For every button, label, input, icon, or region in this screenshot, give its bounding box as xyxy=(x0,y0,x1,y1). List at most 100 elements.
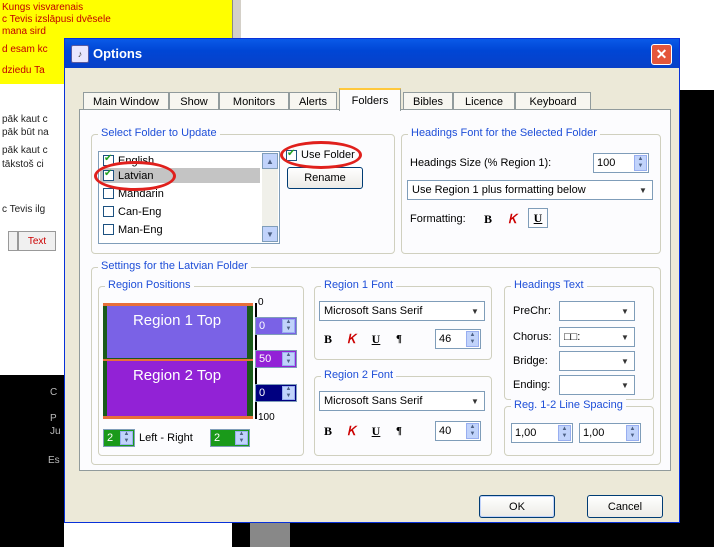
region2-font-select[interactable]: Microsoft Sans Serif ▼ xyxy=(319,391,485,411)
tab-main-window[interactable]: Main Window xyxy=(83,92,169,110)
bg-text-line: c Tevis ilg xyxy=(2,204,46,215)
bg-dark-line: P xyxy=(50,413,57,424)
region1-font-group: Region 1 Font Microsoft Sans Serif ▼ B 𝐾 … xyxy=(314,279,492,360)
headings-size-label: Headings Size (% Region 1): xyxy=(410,157,552,169)
line-spacing-2-value: 1,00 xyxy=(583,427,605,439)
region-preview[interactable]: Region 1 Top Region 2 Top xyxy=(103,303,253,419)
rename-button[interactable]: Rename xyxy=(287,167,363,189)
bg-text-line: pāk būt na xyxy=(2,127,49,138)
checkbox[interactable] xyxy=(103,188,114,199)
spinner-arrows-icon[interactable]: ▲ ▼ xyxy=(282,386,295,400)
list-item[interactable]: Man-Eng xyxy=(103,222,163,237)
select-folder-group: Select Folder to Update English Latvian … xyxy=(91,127,395,254)
left-right-label: Left - Right xyxy=(139,432,193,444)
tab-alerts[interactable]: Alerts xyxy=(289,92,337,110)
bold-icon[interactable]: B xyxy=(479,209,497,229)
app-icon: ♪ xyxy=(71,45,89,63)
bg-text-line: tākstoš ci xyxy=(2,159,44,170)
underline-icon[interactable]: U xyxy=(528,208,548,228)
bg-text-line: pāk kaut c xyxy=(2,145,48,156)
scroll-down-icon[interactable]: ▼ xyxy=(262,226,278,242)
region2-offset-spinner[interactable]: 0 ▲ ▼ xyxy=(255,384,297,402)
line-spacing-2-spinner[interactable]: 1,00 ▲ ▼ xyxy=(579,423,641,443)
tab-show[interactable]: Show xyxy=(169,92,219,110)
region2-font-group: Region 2 Font Microsoft Sans Serif ▼ B 𝐾 … xyxy=(314,369,492,456)
region2-top-area[interactable]: Region 2 Top xyxy=(107,361,247,416)
select-folder-label: Select Folder to Update xyxy=(98,127,220,139)
region1-offset-spinner[interactable]: 0 ▲ ▼ xyxy=(255,317,297,335)
checkbox[interactable] xyxy=(103,206,114,217)
close-button[interactable]: ✕ xyxy=(651,44,672,65)
list-item-label: Can-Eng xyxy=(118,205,162,218)
right-margin-value: 2 xyxy=(214,432,221,444)
tab-monitors[interactable]: Monitors xyxy=(219,92,289,110)
headings-text-group: Headings Text PreChr: ▼ Chorus: □□: ▼ Bri… xyxy=(504,279,654,400)
spinner-arrows-icon[interactable]: ▲ ▼ xyxy=(282,352,295,366)
region1-top-area[interactable]: Region 1 Top xyxy=(107,306,247,358)
paragraph-icon[interactable]: ¶ xyxy=(390,329,408,349)
tab-bibles[interactable]: Bibles xyxy=(403,92,453,110)
spinner-arrows-icon[interactable]: ▲ ▼ xyxy=(466,331,479,347)
spinner-arrows-icon[interactable]: ▲ ▼ xyxy=(235,431,248,445)
scale-bottom-label: 100 xyxy=(258,412,275,423)
spinner-arrows-icon[interactable]: ▲ ▼ xyxy=(634,155,647,171)
underline-icon[interactable]: U xyxy=(367,329,385,349)
right-margin-spinner[interactable]: 2 ▲ ▼ xyxy=(210,429,250,447)
region-positions-label: Region Positions xyxy=(105,279,194,291)
chorus-select[interactable]: □□: ▼ xyxy=(559,327,635,347)
headings-size-spinner[interactable]: 100 ▲ ▼ xyxy=(593,153,649,173)
scale-top-label: 0 xyxy=(258,297,264,308)
region1-font-select[interactable]: Microsoft Sans Serif ▼ xyxy=(319,301,485,321)
bridge-select[interactable]: ▼ xyxy=(559,351,635,371)
left-margin-spinner[interactable]: 2 ▲ ▼ xyxy=(103,429,135,447)
bg-text-button[interactable]: Text xyxy=(18,231,56,251)
region2-offset-value: 0 xyxy=(259,387,266,399)
spinner-arrows-icon[interactable]: ▲ ▼ xyxy=(466,423,479,439)
tab-folders[interactable]: Folders xyxy=(339,88,401,111)
tab-licence[interactable]: Licence xyxy=(453,92,515,110)
checkbox[interactable] xyxy=(103,224,114,235)
chevron-down-icon: ▼ xyxy=(621,306,629,316)
ok-button[interactable]: OK xyxy=(479,495,555,518)
region1-font-label: Region 1 Font xyxy=(321,279,397,291)
bg-small-button[interactable] xyxy=(8,231,18,251)
spinner-arrows-icon[interactable]: ▲ ▼ xyxy=(120,431,133,445)
headings-font-label: Headings Font for the Selected Folder xyxy=(408,127,600,139)
bridge-label: Bridge: xyxy=(513,355,548,367)
paragraph-icon[interactable]: ¶ xyxy=(390,421,408,441)
list-item-label: Man-Eng xyxy=(118,223,163,236)
list-item[interactable]: Can-Eng xyxy=(103,204,161,219)
bold-icon[interactable]: B xyxy=(319,329,337,349)
bg-dark-line: Ju xyxy=(50,426,61,437)
region-bottom-marker xyxy=(103,416,253,419)
background-gray-bar xyxy=(250,520,290,547)
spinner-arrows-icon[interactable]: ▲ ▼ xyxy=(558,425,571,441)
headings-mode-select[interactable]: Use Region 1 plus formatting below ▼ xyxy=(407,180,653,200)
italic-icon[interactable]: 𝐾 xyxy=(341,329,363,349)
ending-select[interactable]: ▼ xyxy=(559,375,635,395)
region2-size-spinner[interactable]: 40 ▲ ▼ xyxy=(435,421,481,441)
chevron-down-icon: ▼ xyxy=(639,185,647,195)
scroll-up-icon[interactable]: ▲ xyxy=(262,153,278,169)
line-spacing-1-spinner[interactable]: 1,00 ▲ ▼ xyxy=(511,423,573,443)
chorus-label: Chorus: xyxy=(513,331,552,343)
italic-icon[interactable]: 𝐾 xyxy=(341,421,363,441)
region-split-spinner[interactable]: 50 ▲ ▼ xyxy=(255,350,297,368)
scroll-track[interactable] xyxy=(262,169,278,226)
chevron-down-icon: ▼ xyxy=(621,332,629,342)
chevron-down-icon: ▼ xyxy=(471,396,479,406)
title-bar[interactable]: ♪ Options ✕ xyxy=(65,39,679,68)
bold-icon[interactable]: B xyxy=(319,421,337,441)
region2-font-label: Region 2 Font xyxy=(321,369,397,381)
underline-icon[interactable]: U xyxy=(367,421,385,441)
cancel-button[interactable]: Cancel xyxy=(587,495,663,518)
italic-icon[interactable]: 𝐾 xyxy=(502,209,524,229)
headings-text-label: Headings Text xyxy=(511,279,587,291)
region1-size-spinner[interactable]: 46 ▲ ▼ xyxy=(435,329,481,349)
spinner-arrows-icon[interactable]: ▲ ▼ xyxy=(626,425,639,441)
region1-offset-value: 0 xyxy=(259,320,266,332)
prechr-select[interactable]: ▼ xyxy=(559,301,635,321)
spinner-arrows-icon[interactable]: ▲ ▼ xyxy=(282,319,295,333)
bg-dark-area: C P Ju Es xyxy=(0,375,64,547)
tab-keyboard[interactable]: Keyboard xyxy=(515,92,591,110)
